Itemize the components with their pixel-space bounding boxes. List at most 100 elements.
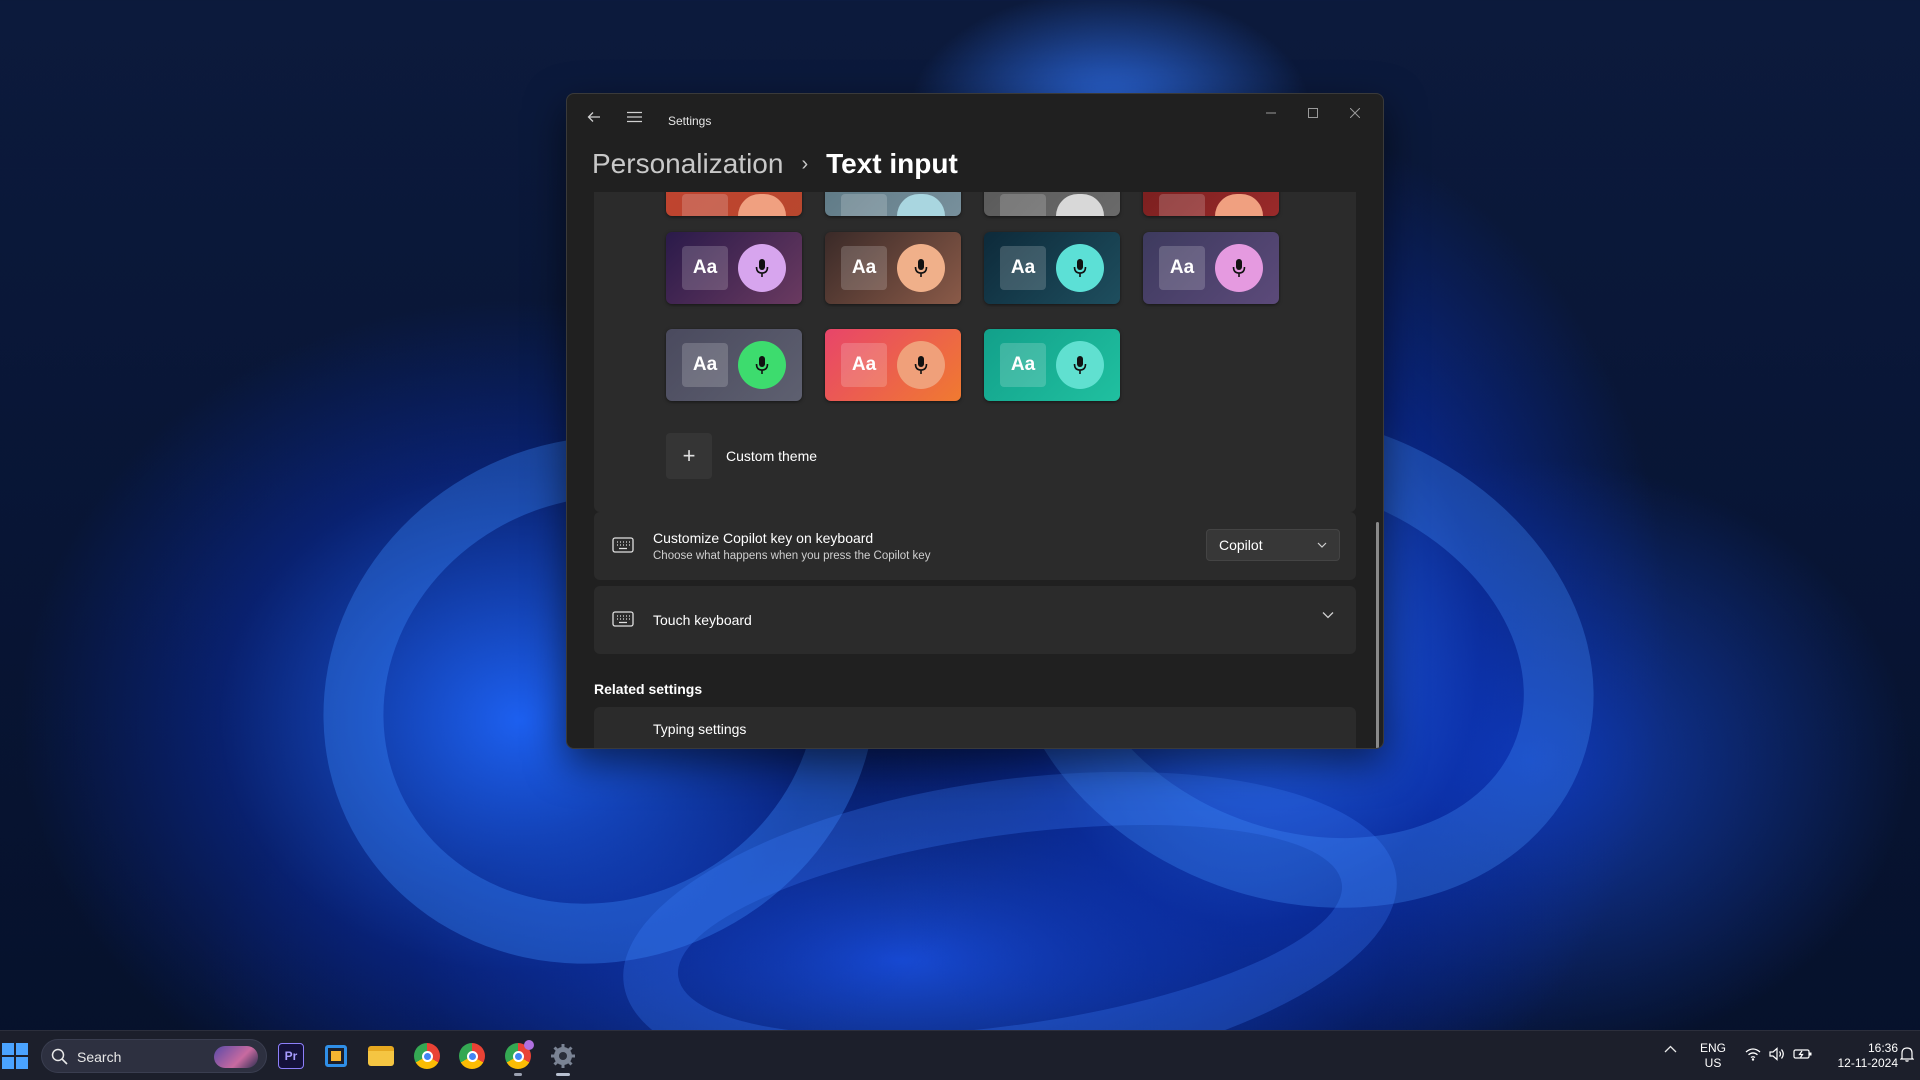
notification-bell-icon[interactable] [1900, 1046, 1914, 1062]
theme-tile[interactable]: Aa [984, 329, 1120, 401]
custom-theme-button[interactable]: + Custom theme [666, 433, 817, 479]
premiere-pro-icon[interactable]: Pr [274, 1039, 308, 1073]
theme-text-sample: Aa [1000, 246, 1046, 290]
theme-mic-sample [1215, 244, 1263, 292]
theme-text-sample [682, 194, 728, 216]
microphone-icon [914, 259, 928, 277]
theme-text-sample: Aa [841, 343, 887, 387]
maximize-button[interactable] [1293, 100, 1333, 126]
theme-mic-sample [897, 244, 945, 292]
copilot-key-subtitle: Choose what happens when you press the C… [653, 550, 931, 562]
chrome-icon[interactable] [410, 1039, 444, 1073]
battery-icon[interactable] [1793, 1047, 1813, 1061]
theme-text-sample [1159, 194, 1205, 216]
chrome-icon[interactable] [455, 1039, 489, 1073]
related-settings-item[interactable]: Typing settings [594, 707, 1356, 748]
copilot-key-dropdown-value: Copilot [1219, 537, 1263, 553]
close-button[interactable] [1335, 100, 1375, 126]
breadcrumb-personalization[interactable]: Personalization [592, 148, 783, 180]
app-title: Settings [668, 114, 712, 128]
copilot-key-setting: Customize Copilot key on keyboard Choose… [594, 512, 1356, 580]
volume-icon[interactable] [1769, 1047, 1785, 1061]
chrome-profile-icon[interactable] [501, 1039, 535, 1076]
back-arrow-icon [587, 112, 600, 122]
chevron-down-icon[interactable] [1322, 611, 1334, 619]
breadcrumb: Personalization › Text input [592, 142, 958, 186]
windows-logo-icon [2, 1043, 14, 1055]
themes-card: Aa Aa Aa Aa Aa Aa Aa + Custom theme [594, 192, 1356, 512]
search-highlight-icon [214, 1046, 258, 1068]
microphone-icon [755, 356, 769, 374]
theme-mic-sample [738, 244, 786, 292]
theme-tile[interactable]: Aa [984, 232, 1120, 304]
search-icon [51, 1048, 68, 1065]
taskbar-search[interactable]: Search [41, 1039, 267, 1073]
lang-primary: ENG [1700, 1041, 1727, 1055]
minimize-button[interactable] [1251, 100, 1291, 126]
theme-text-sample: Aa [682, 343, 728, 387]
back-button[interactable] [579, 104, 609, 130]
touch-keyboard-setting[interactable]: Touch keyboard [594, 586, 1356, 654]
microphone-icon [755, 259, 769, 277]
running-indicator [514, 1073, 522, 1076]
app-tile-icon[interactable] [319, 1039, 353, 1073]
date: 12-11-2024 [1837, 1056, 1899, 1070]
taskbar: Search Pr ENG US 16:36 12-11-2024 [0, 1030, 1920, 1080]
page-title: Text input [826, 148, 958, 179]
theme-tile[interactable]: Aa [666, 232, 802, 304]
breadcrumb-chevron-icon: › [801, 152, 809, 175]
theme-mic-sample [1056, 244, 1104, 292]
theme-tile[interactable]: Aa [1143, 232, 1279, 304]
minimize-icon [1266, 112, 1276, 114]
related-item-label: Typing settings [653, 721, 747, 737]
navigation-menu-button[interactable] [619, 104, 649, 130]
custom-theme-label: Custom theme [726, 448, 818, 464]
theme-tile[interactable]: Aa [825, 329, 961, 401]
close-icon [1350, 108, 1360, 118]
title-bar: Settings [567, 94, 1383, 140]
theme-tile[interactable]: Aa [825, 232, 961, 304]
theme-tile[interactable] [666, 192, 802, 216]
settings-window: Settings Personalization › Text input Aa… [566, 93, 1384, 749]
theme-tile[interactable] [1143, 192, 1279, 216]
chevron-down-icon [1317, 542, 1327, 548]
vertical-scrollbar[interactable] [1376, 522, 1379, 748]
theme-mic-sample [1215, 194, 1263, 216]
copilot-key-dropdown[interactable]: Copilot [1206, 529, 1340, 561]
start-button[interactable] [2, 1043, 28, 1069]
keyboard-icon [612, 537, 634, 553]
clock[interactable]: 16:36 12-11-2024 [1828, 1041, 1899, 1071]
settings-app-icon[interactable] [546, 1039, 580, 1076]
search-label: Search [77, 1049, 122, 1065]
theme-text-sample: Aa [1000, 343, 1046, 387]
time: 16:36 [1867, 1041, 1898, 1055]
microphone-icon [1073, 356, 1087, 374]
chevron-up-icon[interactable] [1664, 1045, 1677, 1053]
theme-tile[interactable] [825, 192, 961, 216]
microphone-icon [1232, 259, 1246, 277]
active-indicator [556, 1073, 570, 1076]
theme-mic-sample [738, 341, 786, 389]
theme-mic-sample [897, 341, 945, 389]
content-area: Aa Aa Aa Aa Aa Aa Aa + Custom theme Customize … [567, 192, 1383, 748]
file-explorer-icon[interactable] [364, 1039, 398, 1073]
theme-text-sample [1000, 194, 1046, 216]
theme-text-sample: Aa [841, 246, 887, 290]
theme-mic-sample [1056, 194, 1104, 216]
gear-icon [551, 1044, 575, 1068]
theme-mic-sample [897, 194, 945, 216]
microphone-icon [1073, 259, 1087, 277]
theme-mic-sample [1056, 341, 1104, 389]
lang-secondary: US [1704, 1056, 1722, 1070]
theme-mic-sample [738, 194, 786, 216]
theme-text-sample: Aa [1159, 246, 1205, 290]
microphone-icon [914, 356, 928, 374]
theme-text-sample [841, 194, 887, 216]
theme-tile[interactable]: Aa [666, 329, 802, 401]
related-settings-heading: Related settings [594, 681, 703, 697]
wifi-icon[interactable] [1745, 1047, 1761, 1061]
theme-tile[interactable] [984, 192, 1120, 216]
language-indicator[interactable]: ENG US [1700, 1041, 1726, 1071]
hamburger-menu-icon [626, 111, 642, 123]
theme-text-sample: Aa [682, 246, 728, 290]
